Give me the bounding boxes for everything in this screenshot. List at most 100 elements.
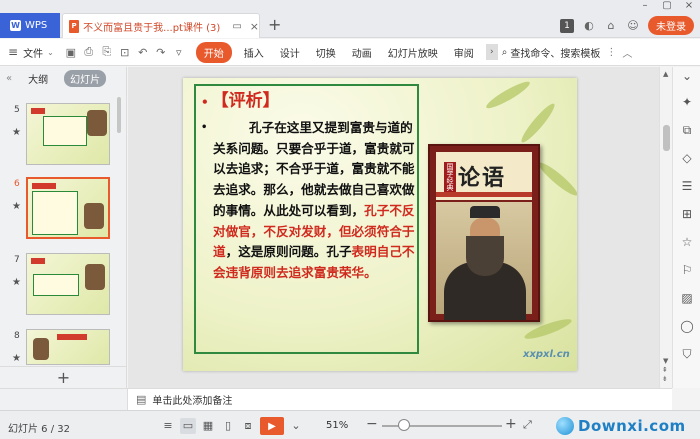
view-controls: ≡ ▭ ▦ ▯ ⧈ ▶ ⌄ [160,417,304,435]
add-slide-button[interactable]: + [0,366,127,388]
thumbnail-row[interactable]: 6 ★ [0,177,120,245]
save-icon[interactable]: ▣ [62,46,80,59]
image-icon[interactable]: ▨ [680,291,694,305]
slide[interactable]: • 【评析】 • 孔子在这里又提到富贵与道的关系问题。只要合乎于道，富贵就可以去追… [183,78,577,371]
notes-bar[interactable]: ▤ 单击此处添加备注 [128,388,672,410]
zoom-in-button[interactable]: + [505,416,517,432]
more-icon[interactable]: ⋮ [606,47,616,58]
save-to-cloud-icon[interactable]: ⊞ [680,207,694,221]
lunyu-book-cover-image[interactable]: 国学经典 论语 [428,144,540,322]
fit-to-window-icon[interactable]: ⤢ [523,418,532,432]
slide-sorter-icon[interactable]: ▦ [200,418,216,434]
print-preview-icon[interactable]: ⊡ [116,46,134,59]
undo-icon[interactable]: ↶ [134,46,152,59]
panel-tabs: « 大纲 幻灯片 [0,67,126,89]
right-toolbar: ⌄ ✦ ⧉ ◇ ☰ ⊞ ☆ ⚐ ▨ ◯ ⛉ [672,67,700,388]
slide-thumbnail-selected[interactable] [26,177,110,239]
close-window-icon[interactable]: × [678,0,700,14]
play-slideshow-button[interactable]: ▶ [260,417,284,435]
tab-animation[interactable]: 动画 [344,42,380,63]
thumb-text-box [33,274,79,296]
menu-icon[interactable]: ≡ [8,45,18,59]
file-menu[interactable]: 文件 [23,45,43,60]
zoom-out-button[interactable]: − [366,416,378,432]
redo-icon[interactable]: ↷ [152,46,170,59]
reading-view-icon[interactable]: ▯ [220,418,236,434]
skin-icon[interactable]: ◐ [582,19,596,33]
zoom-slider-handle[interactable] [398,419,410,431]
play-options-chevron-icon[interactable]: ⌄ [288,418,304,434]
tab-wps-home[interactable]: W WPS [0,13,60,38]
presenter-icon[interactable]: ⧈ [240,418,256,434]
tab-insert[interactable]: 插入 [236,42,272,63]
thumb-text-box [43,116,87,146]
notes-toggle-icon[interactable]: ≡ [160,418,176,434]
monitor-icon[interactable]: ▭ [232,21,241,32]
adjust-icon[interactable]: ☰ [680,179,694,193]
circle-icon[interactable]: ◯ [680,319,694,333]
animation-star-icon: ★ [12,201,21,212]
tab-slideshow[interactable]: 幻灯片放映 [380,42,446,63]
chevron-down-icon[interactable]: ⌄ [47,48,54,57]
minimize-icon[interactable]: – [634,0,656,14]
scrollbar-thumb[interactable] [663,125,670,151]
slide-thumbnail[interactable] [26,329,110,365]
print-icon[interactable]: ⎘ [98,45,116,59]
confucius-portrait [436,202,532,320]
previous-slide-icon[interactable]: ⇞ [662,366,668,374]
maximize-icon[interactable]: ▢ [656,0,678,14]
watermark-text: Downxi.com [578,417,686,435]
zoom-level[interactable]: 51% [326,420,348,431]
new-tab-button[interactable]: + [268,15,281,34]
collapse-ribbon-icon[interactable]: ︿ [622,45,632,60]
command-search[interactable]: ⌕ 查找命令、搜索模板 [502,45,601,60]
window-count-badge[interactable]: 1 [560,18,574,33]
thumbnail-number: 7 [14,255,20,265]
tab-design[interactable]: 设计 [272,42,308,63]
thumbnail-row[interactable]: 5 ★ [0,103,120,171]
thumbnail-row[interactable]: 7 ★ [0,253,120,321]
slide-body-text[interactable]: • 孔子在这里又提到富贵与道的关系问题。只要合乎于道，富贵就可以去追求；不合乎于… [201,118,419,284]
canvas-scrollbar[interactable]: ▲ ▼ ⇞ ⇟ [659,67,672,388]
magic-wand-icon[interactable]: ✦ [680,95,694,109]
notes-placeholder[interactable]: 单击此处添加备注 [152,392,232,407]
star-icon[interactable]: ☆ [680,235,694,249]
tab-review[interactable]: 审阅 [446,42,482,63]
tab-home[interactable]: 开始 [195,41,232,63]
decor-leaf [483,78,533,112]
export-pdf-icon[interactable]: ⎙ [80,45,98,59]
normal-view-icon[interactable]: ▭ [180,418,196,434]
flag-icon[interactable]: ⚐ [680,263,694,277]
menu-bar: ≡ 文件 ⌄ ▣ ⎙ ⎘ ⊡ ↶ ↷ ▿ 开始 插入 设计 切换 动画 幻灯片放… [0,39,700,66]
thumb-title-block [31,108,45,114]
slide-thumbnail[interactable] [26,253,110,315]
thumbnail-scrollbar[interactable] [117,97,121,133]
collapse-panel-icon[interactable]: « [6,73,12,84]
scroll-up-icon[interactable]: ▲ [663,70,668,78]
shield-icon[interactable]: ⛉ [680,347,694,361]
next-slide-icon[interactable]: ⇟ [662,375,668,383]
body-text-2: ，这是原则问题。孔子 [225,244,352,260]
notes-left-spacer [0,388,128,410]
tab-transitions[interactable]: 切换 [308,42,344,63]
login-button[interactable]: 未登录 [648,16,694,35]
tab-slides[interactable]: 幻灯片 [64,69,107,87]
shapes-icon[interactable]: ◇ [680,151,694,165]
watermark-logo: Downxi.com [556,415,696,437]
thumbnail-number: 5 [14,105,20,115]
scroll-down-icon[interactable]: ▼ [663,357,668,365]
slide-thumbnail[interactable] [26,103,110,165]
copy-icon[interactable]: ⧉ [680,123,694,137]
close-tab-icon[interactable]: × [250,20,259,33]
decor-leaf [518,100,558,146]
tab-document[interactable]: P 不义而富且贵于我...pt课件 (3) ▭ × [62,13,260,38]
slide-canvas[interactable]: • 【评析】 • 孔子在这里又提到富贵与道的关系问题。只要合乎于道，富贵就可以去追… [128,67,659,388]
chevron-down-icon[interactable]: ⌄ [680,69,694,83]
slide-heading[interactable]: • 【评析】 [201,86,280,111]
ribbon-scroll-right-icon[interactable]: › [485,44,498,60]
user-icon[interactable]: ☺ [626,19,640,33]
quick-access-more-icon[interactable]: ▿ [170,46,188,59]
portrait-hat [470,206,500,218]
shirt-icon[interactable]: ⌂ [604,19,618,33]
tab-outline[interactable]: 大纲 [22,70,54,87]
